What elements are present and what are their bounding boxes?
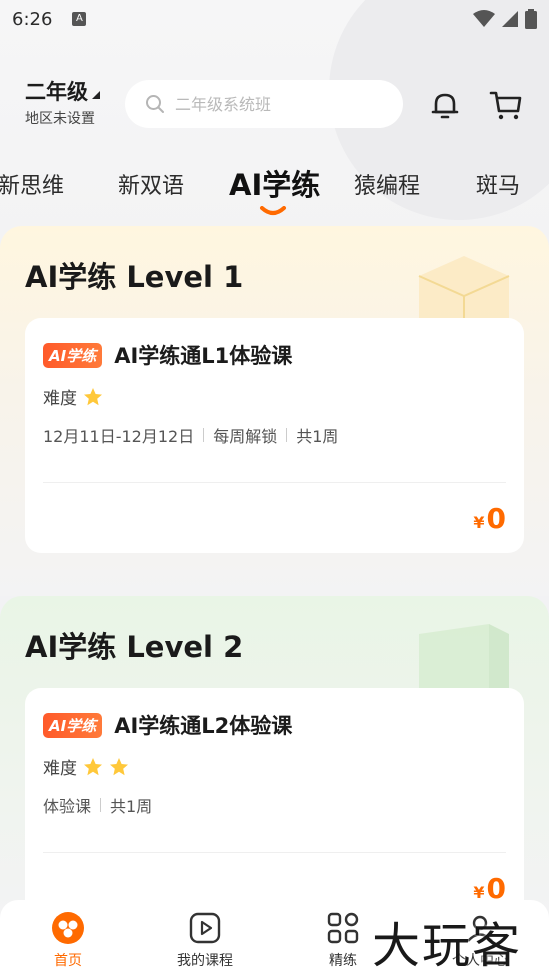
tab-xinsiwei[interactable]: 新思维 [0,168,64,200]
course-dates: 12月11日-12月12日 [43,427,195,446]
course-tag: AI学练 [43,712,103,738]
difficulty-row: 难度 [43,384,103,409]
star-icon [110,757,128,775]
search-bar[interactable] [125,80,403,128]
region-label: 地区未设置 [25,111,95,127]
level-2-section: AI学练 Level 2 AI学练 AI学练通L2体验课 难度 体验课 共1周 [0,596,549,918]
course-price: ¥ 0 [473,502,506,535]
star-icon [84,387,102,405]
nav-icon-wrap [18,908,118,948]
caret-down-icon [92,91,100,99]
active-tab-indicator [260,206,286,215]
status-bar: 6:26 A [0,0,549,38]
difficulty-row: 难度 [43,754,129,779]
course-name: AI学练通L1体验课 [114,344,293,368]
nav-my-courses[interactable]: 我的课程 [155,908,255,970]
meta-divider [203,428,205,442]
notification-icon: A [72,12,87,26]
meta-divider [100,798,102,812]
play-icon [189,912,221,944]
card-divider [43,482,506,483]
course-meta: 体验课 共1周 [43,793,152,817]
course-name: AI学练通L2体验课 [114,714,293,738]
grade-selector[interactable]: 二年级 地区未设置 [25,80,120,128]
course-unlock: 每周解锁 [213,427,278,446]
wifi-icon [473,10,495,27]
level-1-section: AI学练 Level 1 AI学练 AI学练通L1体验课 难度 12月11日-1… [0,226,549,596]
grade-title-row: 二年级 [25,80,120,104]
star-icon [84,757,102,775]
tab-yuanbiancheng[interactable]: 猿编程 [354,168,420,200]
tab-xinshuangyu[interactable]: 新双语 [118,168,184,200]
cart-icon [489,91,522,120]
course-card[interactable]: AI学练 AI学练通L1体验课 难度 12月11日-12月12日 每周解锁 共1… [25,318,524,553]
nav-home[interactable]: 首页 [18,908,118,970]
notification-button[interactable] [428,88,462,122]
course-tag: AI学练 [43,342,103,368]
difficulty-label: 难度 [43,389,77,409]
search-icon [146,95,164,113]
tab-ai-xuelian[interactable]: AI学练 [229,162,320,204]
course-duration: 共1周 [296,427,339,446]
nav-icon-wrap [155,908,255,948]
top-header: 二年级 地区未设置 [0,78,549,130]
grid-icon [327,912,359,944]
tab-banma[interactable]: 斑马 [476,168,520,200]
status-indicators [473,9,537,29]
section-title: AI学练 Level 1 [25,260,244,294]
course-header: AI学练 AI学练通L2体验课 [43,710,292,740]
section-title: AI学练 Level 2 [25,630,244,664]
watermark-text: 大玩客 [372,918,523,974]
course-duration: 共1周 [110,797,153,816]
nav-label: 我的课程 [177,953,233,969]
search-input[interactable] [175,94,395,114]
meta-divider [286,428,288,442]
cart-button[interactable] [489,88,523,122]
difficulty-label: 难度 [43,759,77,779]
battery-icon [525,9,537,29]
course-meta: 12月11日-12月12日 每周解锁 共1周 [43,423,338,447]
status-time: 6:26 [12,8,53,30]
grade-label: 二年级 [25,80,88,104]
app-root: 6:26 A 二年级 地区未设置 二年级系统班 新思维 新双语 AI学练 猿编程… [0,0,549,976]
price-value: 0 [486,502,506,535]
course-type: 体验课 [43,797,92,816]
bell-icon [431,93,459,119]
course-card[interactable]: AI学练 AI学练通L2体验课 难度 体验课 共1周 ¥ 0 [25,688,524,918]
signal-icon [502,11,518,27]
card-divider [43,852,506,853]
nav-label: 首页 [54,953,82,969]
home-icon [52,912,84,944]
currency-symbol: ¥ [473,513,485,532]
course-header: AI学练 AI学练通L1体验课 [43,340,292,370]
category-tabs: 新思维 新双语 AI学练 猿编程 斑马 [0,158,549,218]
